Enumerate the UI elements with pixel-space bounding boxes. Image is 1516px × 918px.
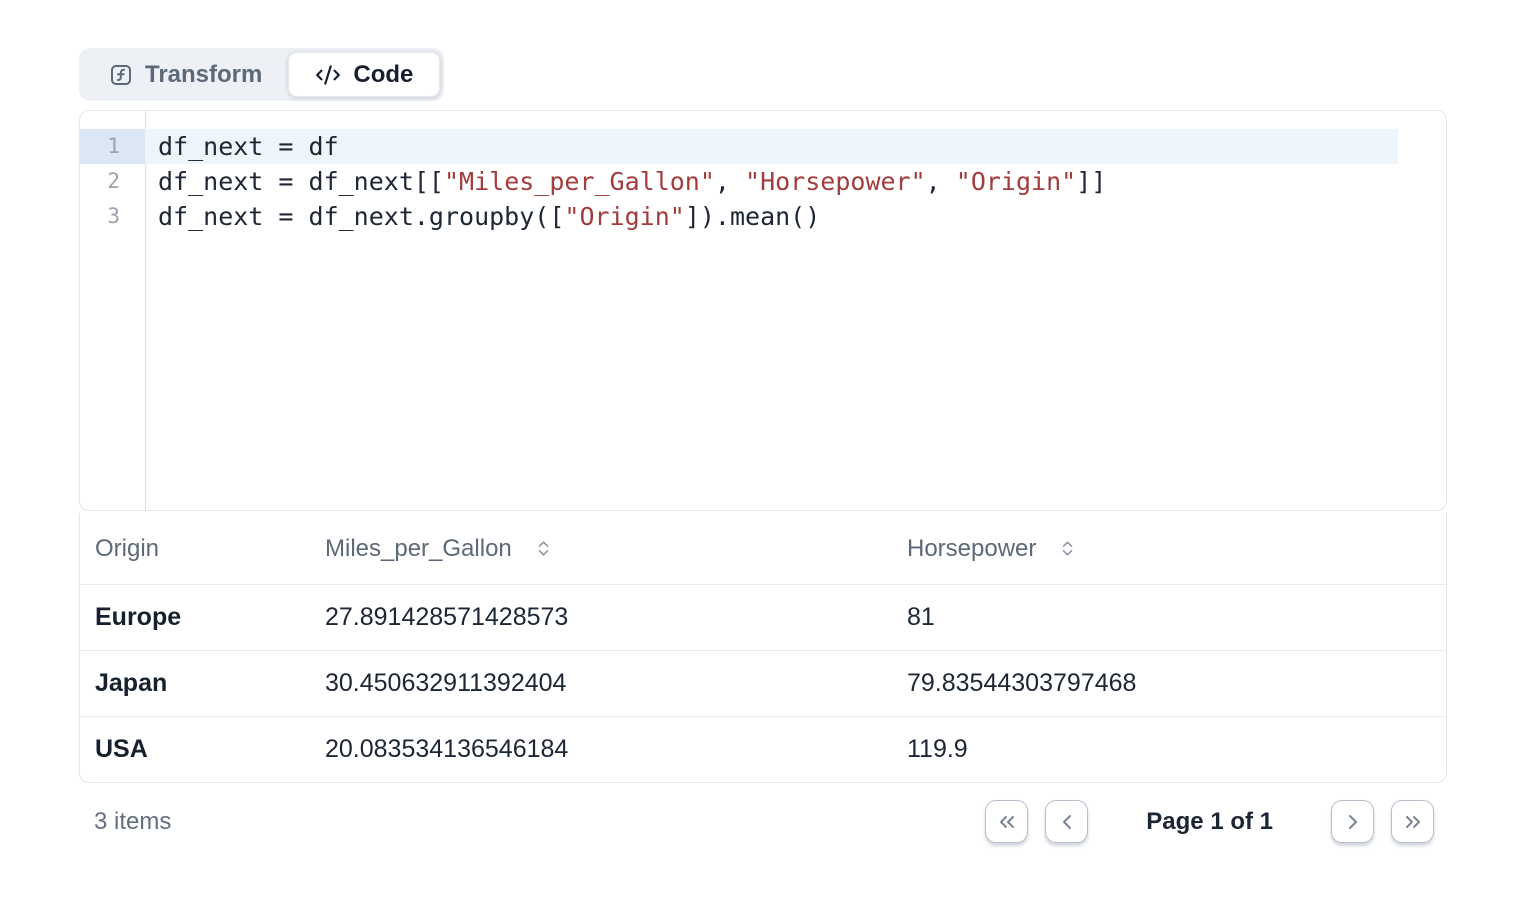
column-header-horsepower-label: Horsepower — [907, 535, 1036, 563]
page-indicator: Page 1 of 1 — [1146, 808, 1273, 836]
cell-horsepower: 81 — [892, 603, 1446, 632]
result-table: Origin Miles_per_Gallon Horsepower — [79, 513, 1447, 783]
tab-transform[interactable]: Transform — [83, 52, 288, 97]
table-row: USA20.083534136546184119.9 — [80, 716, 1446, 782]
table-row: Japan30.45063291139240479.83544303797468 — [80, 650, 1446, 716]
code-line: 2df_next = df_next[["Miles_per_Gallon", … — [80, 164, 1446, 199]
table-body: Europe27.89142857142857381Japan30.450632… — [80, 584, 1446, 782]
column-header-origin: Origin — [80, 535, 310, 563]
code-xml-icon — [315, 62, 341, 88]
column-header-miles-per-gallon-label: Miles_per_Gallon — [325, 535, 512, 563]
previous-page-button[interactable] — [1045, 800, 1088, 843]
code-text: df_next = df_next[["Miles_per_Gallon", "… — [145, 164, 1446, 199]
code-line: 1df_next = df — [80, 129, 1446, 164]
cell-origin: USA — [80, 735, 310, 764]
chevron-left-icon — [1055, 810, 1079, 834]
next-page-button[interactable] — [1331, 800, 1374, 843]
cell-origin: Japan — [80, 669, 310, 698]
table-header-row: Origin Miles_per_Gallon Horsepower — [80, 513, 1446, 584]
chevrons-up-down-icon[interactable] — [1058, 539, 1077, 558]
tab-code[interactable]: Code — [288, 52, 440, 97]
first-page-button[interactable] — [985, 800, 1028, 843]
chevrons-left-icon — [995, 810, 1019, 834]
cell-miles-per-gallon: 30.450632911392404 — [310, 669, 892, 698]
transform-widget: Transform Code 1df_next = df2df_next = d… — [79, 0, 1447, 844]
pagination: Page 1 of 1 — [985, 800, 1434, 843]
table-row: Europe27.89142857142857381 — [80, 584, 1446, 650]
pagination-back-buttons — [985, 800, 1088, 843]
cell-horsepower: 79.83544303797468 — [892, 669, 1446, 698]
code-editor-lines: 1df_next = df2df_next = df_next[["Miles_… — [80, 129, 1446, 234]
function-square-icon — [109, 63, 133, 87]
tab-code-label: Code — [353, 61, 413, 89]
code-text: df_next = df — [145, 129, 1398, 164]
line-number: 3 — [80, 199, 145, 234]
code-editor[interactable]: 1df_next = df2df_next = df_next[["Miles_… — [79, 110, 1447, 511]
tab-transform-label: Transform — [145, 61, 262, 89]
cell-origin: Europe — [80, 603, 310, 632]
table-footer: 3 items — [79, 799, 1447, 844]
cell-horsepower: 119.9 — [892, 735, 1446, 764]
line-number: 1 — [80, 129, 145, 164]
cell-miles-per-gallon: 27.891428571428573 — [310, 603, 892, 632]
column-header-miles-per-gallon[interactable]: Miles_per_Gallon — [310, 535, 892, 563]
column-header-origin-label: Origin — [95, 535, 159, 563]
line-number: 2 — [80, 164, 145, 199]
last-page-button[interactable] — [1391, 800, 1434, 843]
code-text: df_next = df_next.groupby(["Origin"]).me… — [145, 199, 1446, 234]
chevrons-right-icon — [1401, 810, 1425, 834]
column-header-horsepower[interactable]: Horsepower — [892, 535, 1446, 563]
pagination-forward-buttons — [1331, 800, 1434, 843]
view-tab-bar: Transform Code — [79, 48, 444, 101]
chevron-right-icon — [1341, 810, 1365, 834]
items-count: 3 items — [79, 808, 171, 836]
cell-miles-per-gallon: 20.083534136546184 — [310, 735, 892, 764]
code-line: 3df_next = df_next.groupby(["Origin"]).m… — [80, 199, 1446, 234]
chevrons-up-down-icon[interactable] — [534, 539, 553, 558]
